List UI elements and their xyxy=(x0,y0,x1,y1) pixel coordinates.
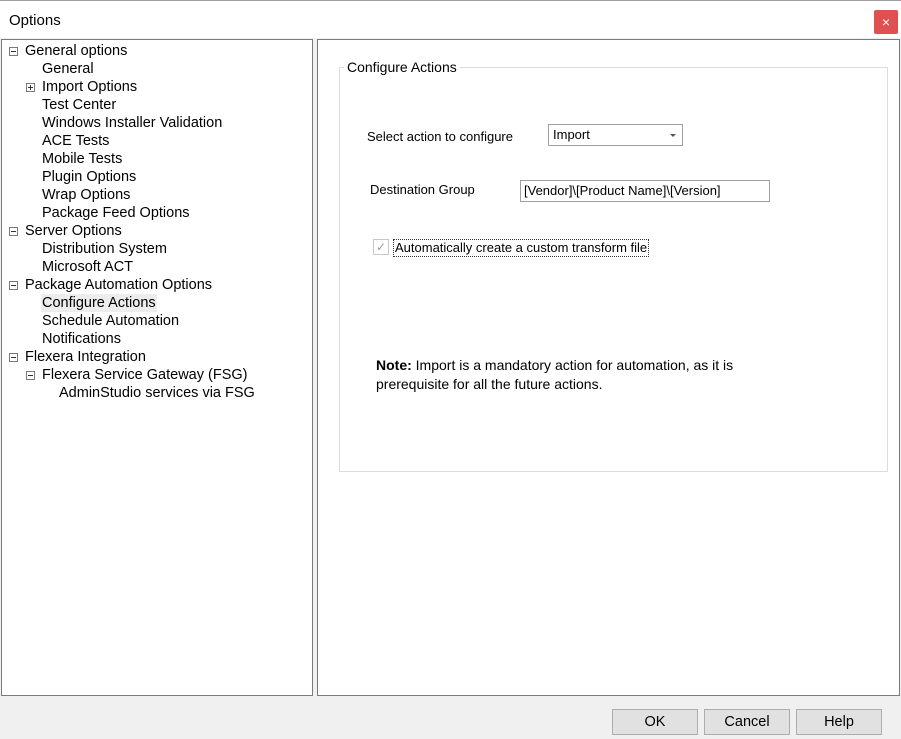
tree-item-label: Server Options xyxy=(25,223,122,239)
tree-item-label: Flexera Service Gateway (FSG) xyxy=(42,367,248,383)
tree-item-label: Mobile Tests xyxy=(42,151,123,167)
title-bar: Options × xyxy=(0,0,901,38)
tree-item[interactable]: AdminStudio services via FSG xyxy=(58,384,256,402)
group-title: Configure Actions xyxy=(344,59,460,75)
options-tree[interactable]: General options General Import Options Test… xyxy=(1,39,313,696)
tree-item-label: Package Automation Options xyxy=(25,277,213,293)
tree-item-label: General xyxy=(42,61,94,77)
tree-item[interactable]: Configure Actions xyxy=(41,294,157,312)
tree-item[interactable]: Wrap Options xyxy=(41,186,131,204)
tree-item-label: Notifications xyxy=(42,331,121,347)
tree-item[interactable]: Plugin Options xyxy=(41,168,137,186)
collapse-icon[interactable] xyxy=(9,227,18,236)
tree-item-label: General options xyxy=(25,43,128,59)
tree-item-label: Windows Installer Validation xyxy=(42,115,223,131)
cancel-button[interactable]: Cancel xyxy=(704,709,790,735)
custom-transform-checkbox[interactable]: ✓ xyxy=(373,239,389,255)
custom-transform-label[interactable]: Automatically create a custom transform … xyxy=(393,239,650,257)
tree-item[interactable]: Flexera Integration xyxy=(24,348,147,366)
collapse-icon[interactable] xyxy=(9,281,18,290)
tree-item-label: Flexera Integration xyxy=(25,349,146,365)
destination-group-value: [Vendor]\[Product Name]\[Version] xyxy=(524,183,721,198)
tree-item-label: Test Center xyxy=(42,97,117,113)
tree-item-label: Schedule Automation xyxy=(42,313,180,329)
tree-item-label: Plugin Options xyxy=(42,169,137,185)
automation-note: Note: Import is a mandatory action for a… xyxy=(376,356,796,394)
tree-item-label: AdminStudio services via FSG xyxy=(59,385,255,401)
tree-item-label: Microsoft ACT xyxy=(42,259,134,275)
tree-item[interactable]: ACE Tests xyxy=(41,132,110,150)
tree-item-label: Import Options xyxy=(42,79,138,95)
tree-item[interactable]: Mobile Tests xyxy=(41,150,123,168)
tree-item[interactable]: Windows Installer Validation xyxy=(41,114,223,132)
tree-item[interactable]: Flexera Service Gateway (FSG) xyxy=(41,366,248,384)
tree-item[interactable]: Package Automation Options xyxy=(24,276,213,294)
ok-button[interactable]: OK xyxy=(612,709,698,735)
select-action-label: Select action to configure xyxy=(367,129,513,144)
tree-item[interactable]: Schedule Automation xyxy=(41,312,180,330)
destination-group-input[interactable]: [Vendor]\[Product Name]\[Version] xyxy=(520,180,770,202)
tree-item-label: Package Feed Options xyxy=(42,205,190,221)
configure-actions-panel: Configure Actions Select action to confi… xyxy=(317,39,900,696)
note-heading: Note: xyxy=(376,357,412,373)
tree-item[interactable]: General xyxy=(41,60,95,78)
tree-item[interactable]: Test Center xyxy=(41,96,117,114)
destination-group-label: Destination Group xyxy=(370,182,475,197)
tree-item[interactable]: General options xyxy=(24,42,128,60)
select-action-value: Import xyxy=(553,127,590,142)
note-text: Import is a mandatory action for automat… xyxy=(376,357,734,392)
tree-item-label: Distribution System xyxy=(42,241,167,257)
expand-icon[interactable] xyxy=(26,83,35,92)
window-title: Options xyxy=(9,12,61,29)
tree-item[interactable]: Notifications xyxy=(41,330,122,348)
tree-item[interactable]: Import Options xyxy=(41,78,138,96)
close-button[interactable]: × xyxy=(874,10,898,34)
tree-item-label: Wrap Options xyxy=(42,187,131,203)
collapse-icon[interactable] xyxy=(9,47,18,56)
chevron-down-icon xyxy=(670,134,676,137)
tree-item-label: ACE Tests xyxy=(42,133,110,149)
checkmark-icon: ✓ xyxy=(375,240,387,254)
close-icon: × xyxy=(881,14,891,30)
collapse-icon[interactable] xyxy=(26,371,35,380)
tree-item[interactable]: Microsoft ACT xyxy=(41,258,134,276)
select-action-dropdown[interactable]: Import xyxy=(548,124,683,146)
help-button[interactable]: Help xyxy=(796,709,882,735)
tree-item-label: Configure Actions xyxy=(41,294,157,312)
tree-item[interactable]: Server Options xyxy=(24,222,123,240)
tree-item[interactable]: Distribution System xyxy=(41,240,168,258)
collapse-icon[interactable] xyxy=(9,353,18,362)
tree-item[interactable]: Package Feed Options xyxy=(41,204,191,222)
